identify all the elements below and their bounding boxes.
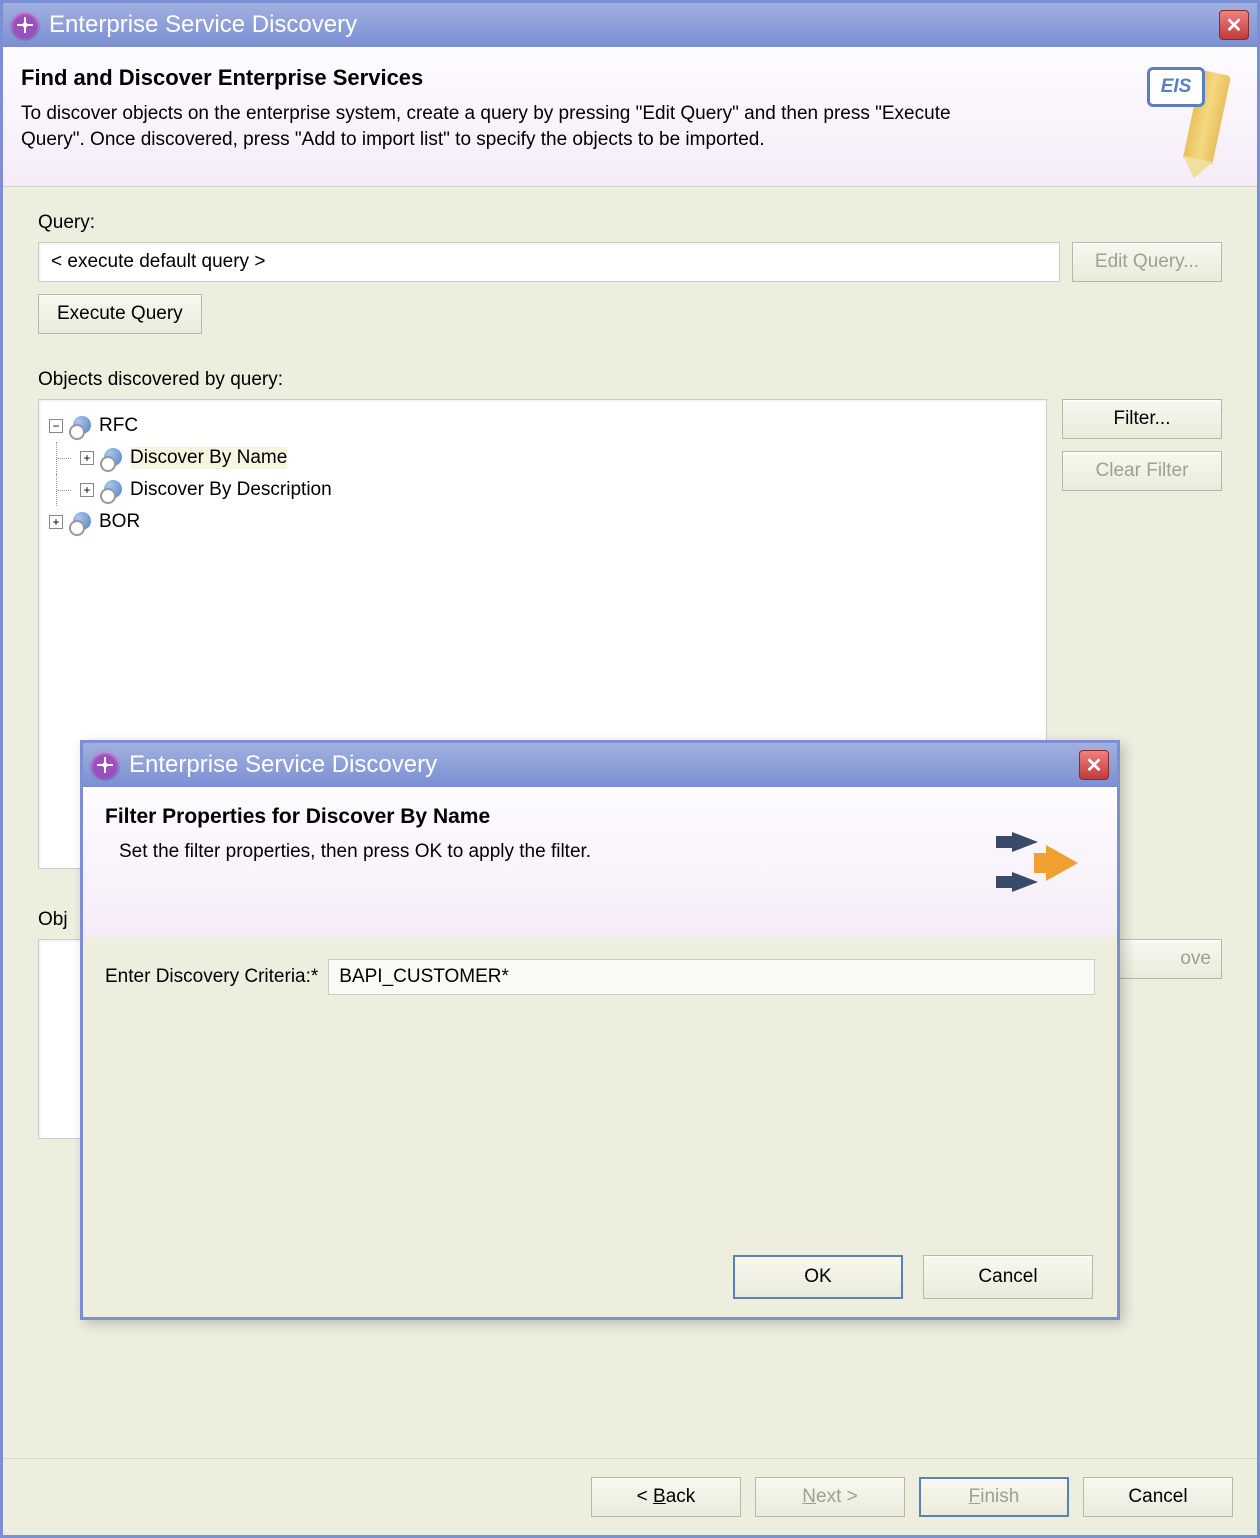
main-title: Enterprise Service Discovery	[49, 11, 1219, 39]
modal-banner: Filter Properties for Discover By Name S…	[83, 787, 1117, 937]
object-icon	[100, 478, 124, 502]
execute-query-button[interactable]: Execute Query	[38, 294, 202, 334]
filter-button[interactable]: Filter...	[1062, 399, 1222, 439]
main-titlebar: Enterprise Service Discovery ✕	[3, 3, 1257, 47]
tree-label: RFC	[99, 415, 138, 437]
expand-icon[interactable]: +	[80, 451, 94, 465]
object-icon	[69, 510, 93, 534]
tree-node-rfc[interactable]: − RFC	[49, 410, 1036, 442]
object-icon	[100, 446, 124, 470]
tree-node-by-name[interactable]: + Discover By Name	[49, 442, 1036, 474]
ok-button[interactable]: OK	[733, 1255, 903, 1299]
tree-node-bor[interactable]: + BOR	[49, 506, 1036, 538]
close-icon[interactable]: ✕	[1219, 10, 1249, 40]
modal-body: Enter Discovery Criteria:*	[83, 937, 1117, 1237]
modal-heading: Filter Properties for Discover By Name	[105, 805, 1097, 829]
cancel-button[interactable]: Cancel	[1083, 1477, 1233, 1517]
eis-pencil-icon: EIS	[1147, 62, 1237, 162]
finish-button[interactable]: Finish	[919, 1477, 1069, 1517]
wizard-footer: < Back Next > Finish Cancel	[3, 1458, 1257, 1535]
banner-heading: Find and Discover Enterprise Services	[21, 65, 1239, 91]
tree-label: BOR	[99, 511, 140, 533]
modal-footer: OK Cancel	[83, 1237, 1117, 1317]
modal-title: Enterprise Service Discovery	[129, 751, 1079, 779]
edit-query-button[interactable]: Edit Query...	[1072, 242, 1222, 282]
arrows-icon	[1002, 817, 1092, 907]
expand-icon[interactable]: +	[49, 515, 63, 529]
banner-desc: To discover objects on the enterprise sy…	[21, 101, 995, 152]
tree-label: Discover By Description	[130, 479, 332, 501]
collapse-icon[interactable]: −	[49, 419, 63, 433]
query-input[interactable]	[38, 242, 1060, 282]
filter-dialog: Enterprise Service Discovery ✕ Filter Pr…	[80, 740, 1120, 1320]
clear-filter-button[interactable]: Clear Filter	[1062, 451, 1222, 491]
tree-node-by-desc[interactable]: + Discover By Description	[49, 474, 1036, 506]
query-label: Query:	[38, 212, 1222, 234]
modal-titlebar: Enterprise Service Discovery ✕	[83, 743, 1117, 787]
discovered-label: Objects discovered by query:	[38, 369, 1222, 391]
back-button[interactable]: < Back	[591, 1477, 741, 1517]
object-icon	[69, 414, 93, 438]
next-button[interactable]: Next >	[755, 1477, 905, 1517]
app-icon	[11, 11, 39, 39]
tree-label: Discover By Name	[130, 447, 287, 469]
criteria-label: Enter Discovery Criteria:*	[105, 966, 318, 988]
modal-desc: Set the filter properties, then press OK…	[105, 841, 1097, 863]
close-icon[interactable]: ✕	[1079, 750, 1109, 780]
expand-icon[interactable]: +	[80, 483, 94, 497]
criteria-input[interactable]	[328, 959, 1095, 995]
modal-cancel-button[interactable]: Cancel	[923, 1255, 1093, 1299]
main-banner: Find and Discover Enterprise Services To…	[3, 47, 1257, 187]
app-icon	[91, 751, 119, 779]
